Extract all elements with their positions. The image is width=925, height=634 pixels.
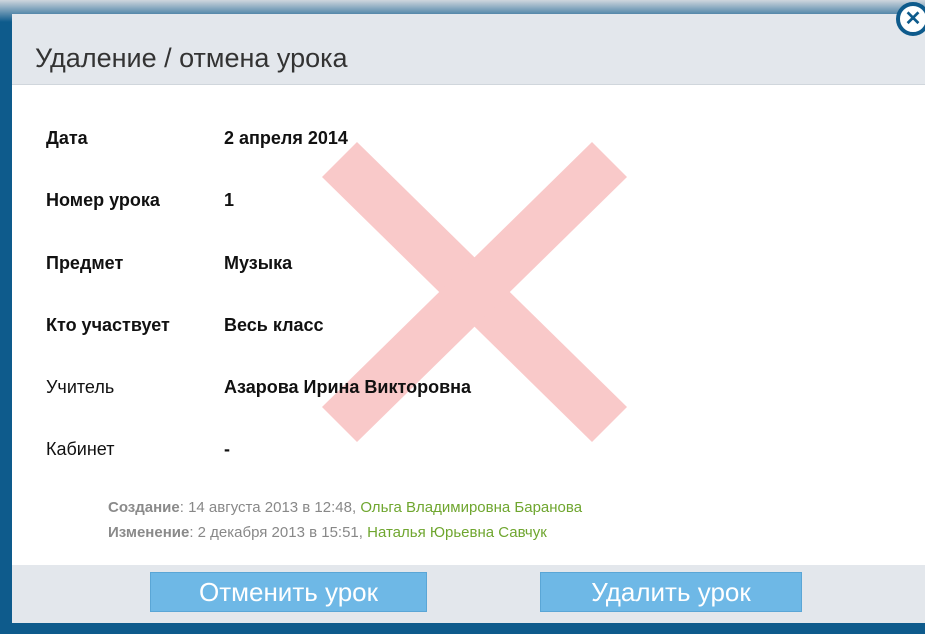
lesson-number-value: 1 xyxy=(224,190,235,210)
teacher-value: Азарова Ирина Викторовна xyxy=(224,377,472,397)
dialog-header: Удаление / отмена урока xyxy=(12,14,925,85)
teacher-label: Учитель xyxy=(46,377,115,397)
room-value: - xyxy=(224,439,230,459)
participants-value: Весь класс xyxy=(224,315,324,335)
window-frame: Удаление / отмена урока Дата 2 апреля 20… xyxy=(0,0,925,634)
created-by-link[interactable]: Ольга Владимировна Баранова xyxy=(360,499,582,516)
participants-label: Кто участвует xyxy=(46,315,170,335)
delete-lesson-button[interactable]: Удалить урок xyxy=(540,572,802,612)
date-label: Дата xyxy=(46,128,88,148)
created-date: : 14 августа 2013 в 12:48, xyxy=(179,499,361,516)
cancel-lesson-button[interactable]: Отменить урок xyxy=(150,572,427,612)
changed-info: Изменение: 2 декабря 2013 в 15:51, Натал… xyxy=(108,524,547,541)
changed-by-link[interactable]: Наталья Юрьевна Савчук xyxy=(367,524,547,541)
created-label: Создание xyxy=(108,499,180,516)
changed-date: : 2 декабря 2013 в 15:51, xyxy=(189,524,368,541)
delete-lesson-dialog: Удаление / отмена урока Дата 2 апреля 20… xyxy=(12,14,925,623)
subject-value: Музыка xyxy=(224,253,293,273)
subject-label: Предмет xyxy=(46,253,124,273)
lesson-number-label: Номер урока xyxy=(46,190,160,210)
room-label: Кабинет xyxy=(46,439,115,459)
close-icon[interactable]: ✕ xyxy=(896,2,925,36)
dialog-title: Удаление / отмена урока xyxy=(35,43,348,73)
date-value: 2 апреля 2014 xyxy=(224,128,348,148)
changed-label: Изменение xyxy=(108,524,190,541)
created-info: Создание: 14 августа 2013 в 12:48, Ольга… xyxy=(108,499,582,516)
